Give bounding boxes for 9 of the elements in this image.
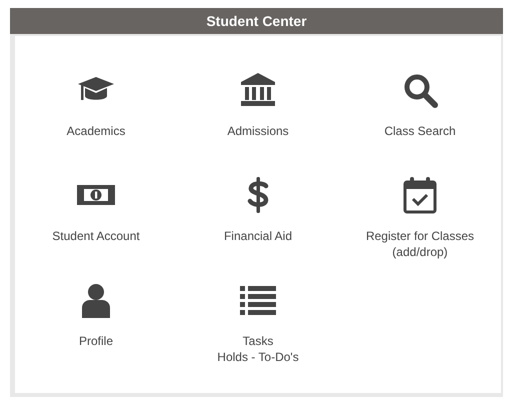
panel-title: Student Center [10,8,503,34]
tile-label[interactable]: Student Account [52,228,140,244]
tile-label[interactable]: Tasks Holds - To-Do's [217,333,299,365]
tile-label[interactable]: Profile [78,333,113,349]
tile-label[interactable]: Class Search [384,123,456,139]
tile-label[interactable]: Academics [66,123,126,139]
tile-label[interactable]: Admissions [227,123,289,139]
tile-label[interactable]: Financial Aid [224,228,292,244]
tile-label[interactable]: Register for Classes (add/drop) [366,228,474,260]
